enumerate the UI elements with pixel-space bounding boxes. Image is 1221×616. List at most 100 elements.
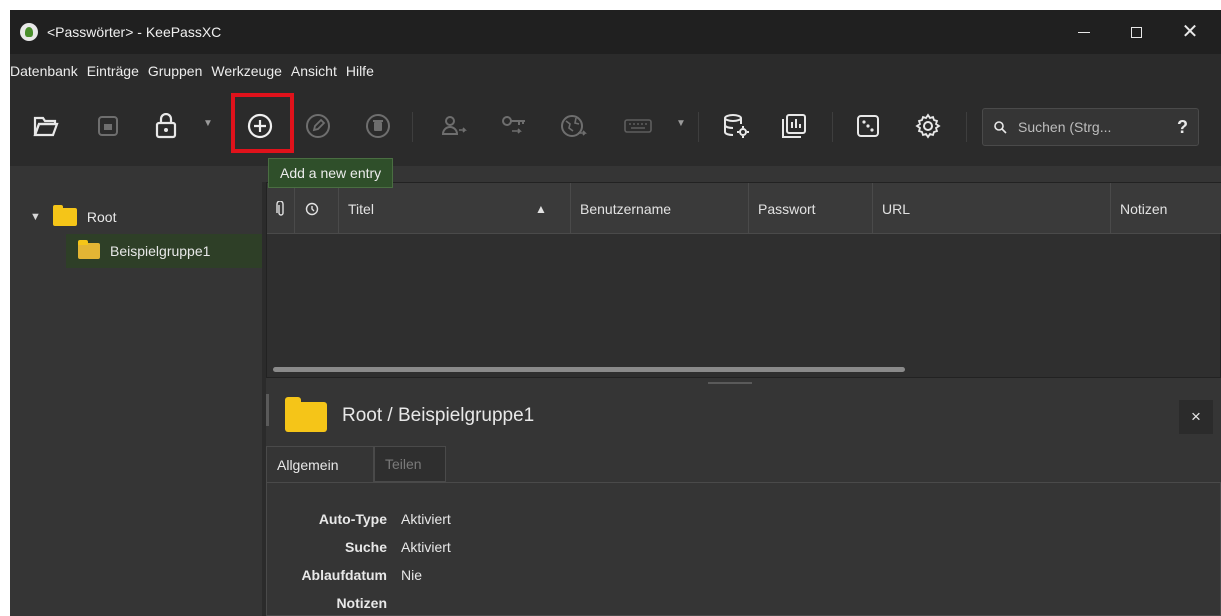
group-tree: ▼ Root Beispielgruppe1 [20, 182, 262, 616]
dice-icon [857, 115, 879, 137]
field-label: Ablaufdatum [301, 567, 387, 583]
key-copy-icon [502, 116, 525, 134]
column-benutzername[interactable]: Benutzername [571, 183, 749, 234]
toolbar-separator [412, 112, 413, 142]
auto-type-button[interactable] [620, 108, 656, 144]
column-label: Benutzername [580, 200, 672, 217]
column-label: Passwort [758, 200, 816, 217]
menu-ansicht[interactable]: Ansicht [291, 63, 337, 79]
window-title: <Passwörter> - KeePassXC [47, 24, 222, 40]
close-icon: ✕ [1181, 21, 1199, 43]
copy-username-button[interactable] [436, 108, 472, 144]
menu-datenbank[interactable]: Datenbank [10, 63, 78, 79]
field-row-suche: Suche Aktiviert [267, 539, 867, 561]
field-row-notizen: Notizen [267, 595, 867, 616]
close-details-button[interactable]: × [1179, 400, 1213, 434]
column-label: Notizen [1120, 200, 1168, 217]
settings-button[interactable] [910, 108, 946, 144]
search-icon [994, 121, 1007, 134]
folder-icon [78, 240, 100, 259]
details-accent-bar [266, 394, 269, 426]
column-attachment[interactable] [267, 183, 295, 234]
paperclip-icon [276, 200, 284, 216]
lock-dropdown-arrow-icon[interactable]: ▼ [203, 118, 213, 129]
field-row-ablaufdatum: Ablaufdatum Nie [267, 567, 867, 589]
details-title: Root / Beispielgruppe1 [342, 405, 535, 426]
tab-allgemein[interactable]: Allgemein [266, 446, 374, 482]
delete-entry-button[interactable] [360, 108, 396, 144]
menu-bar: Datenbank Einträge Gruppen Werkzeuge Ans… [10, 54, 1221, 88]
horizontal-scrollbar[interactable] [273, 367, 905, 372]
folder-open-icon [33, 116, 59, 137]
field-label: Suche [344, 539, 387, 555]
globe-icon [561, 115, 587, 137]
tree-item-root[interactable]: ▼ Root [20, 200, 116, 234]
column-url[interactable]: URL [873, 183, 1111, 234]
column-notizen[interactable]: Notizen [1111, 183, 1221, 234]
edit-circle-icon [306, 114, 330, 138]
gear-icon [915, 113, 941, 139]
open-url-button[interactable] [556, 108, 592, 144]
delete-circle-icon [366, 114, 390, 138]
details-tabs: Allgemein Teilen [266, 446, 1221, 482]
search-field[interactable]: Suchen (Strg... ? [982, 108, 1199, 146]
horizontal-splitter-handle[interactable] [708, 382, 752, 384]
column-time[interactable] [295, 183, 339, 234]
sort-ascending-icon: ▲ [535, 202, 547, 216]
menu-eintraege[interactable]: Einträge [87, 63, 139, 79]
menu-hilfe[interactable]: Hilfe [346, 63, 374, 79]
keepassxc-logo-icon [20, 23, 38, 41]
open-database-button[interactable] [28, 108, 64, 144]
reports-icon [782, 114, 806, 138]
lock-database-button[interactable] [148, 108, 184, 144]
tab-label: Teilen [385, 456, 422, 472]
details-panel: Auto-Type Aktiviert Suche Aktiviert Abla… [266, 482, 1221, 616]
tooltip-text: Add a new entry [280, 165, 382, 181]
maximize-button[interactable] [1113, 10, 1159, 54]
menu-gruppen[interactable]: Gruppen [148, 63, 202, 79]
field-label: Auto-Type [318, 511, 387, 527]
column-label: URL [882, 200, 911, 217]
expand-arrow-icon[interactable]: ▼ [30, 211, 41, 223]
database-reports-button[interactable] [776, 108, 812, 144]
maximize-icon [1130, 26, 1142, 38]
field-value: Aktiviert [401, 539, 451, 555]
copy-password-button[interactable] [496, 108, 532, 144]
search-input[interactable]: Suchen (Strg... [1018, 119, 1111, 135]
table-header: Titel ▲ Benutzername Passwort URL Notize… [267, 183, 1221, 234]
menu-werkzeuge[interactable]: Werkzeuge [211, 63, 282, 79]
field-label: Notizen [336, 595, 387, 611]
minimize-icon [1078, 31, 1090, 33]
tab-label: Allgemein [277, 456, 339, 473]
close-window-button[interactable]: ✕ [1167, 10, 1213, 54]
close-icon: × [1191, 407, 1201, 426]
auto-type-dropdown-arrow-icon[interactable]: ▼ [676, 118, 686, 129]
toolbar-separator [832, 112, 833, 142]
field-row-auto-type: Auto-Type Aktiviert [267, 511, 867, 533]
search-help-button[interactable]: ? [1177, 117, 1188, 138]
column-label: Titel [348, 200, 374, 217]
column-passwort[interactable]: Passwort [749, 183, 873, 234]
save-database-button[interactable] [90, 108, 126, 144]
database-settings-icon [724, 114, 749, 138]
user-copy-icon [441, 116, 467, 135]
password-generator-button[interactable] [850, 108, 886, 144]
entries-table: Titel ▲ Benutzername Passwort URL Notize… [266, 182, 1221, 378]
database-settings-button[interactable] [718, 108, 754, 144]
field-value: Aktiviert [401, 511, 451, 527]
keyboard-icon [624, 119, 652, 133]
folder-icon [52, 205, 77, 226]
tab-teilen[interactable]: Teilen [374, 446, 446, 482]
edit-entry-button[interactable] [300, 108, 336, 144]
details-pane: Root / Beispielgruppe1 × Allgemein Teile… [266, 388, 1221, 616]
toolbar-separator [966, 112, 967, 142]
tree-item-beispielgruppe1[interactable]: Beispielgruppe1 [66, 234, 262, 268]
clock-icon [305, 202, 319, 215]
highlight-box [231, 93, 294, 153]
lock-icon [155, 113, 177, 139]
toolbar: ▼ ▼ Suchen (Strg... ? [10, 88, 1221, 166]
keepassxc-window: <Passwörter> - KeePassXC ✕ Datenbank Ein… [10, 10, 1221, 616]
title-bar: <Passwörter> - KeePassXC ✕ [10, 10, 1221, 54]
minimize-button[interactable] [1061, 10, 1107, 54]
tree-item-label: Root [86, 209, 117, 225]
